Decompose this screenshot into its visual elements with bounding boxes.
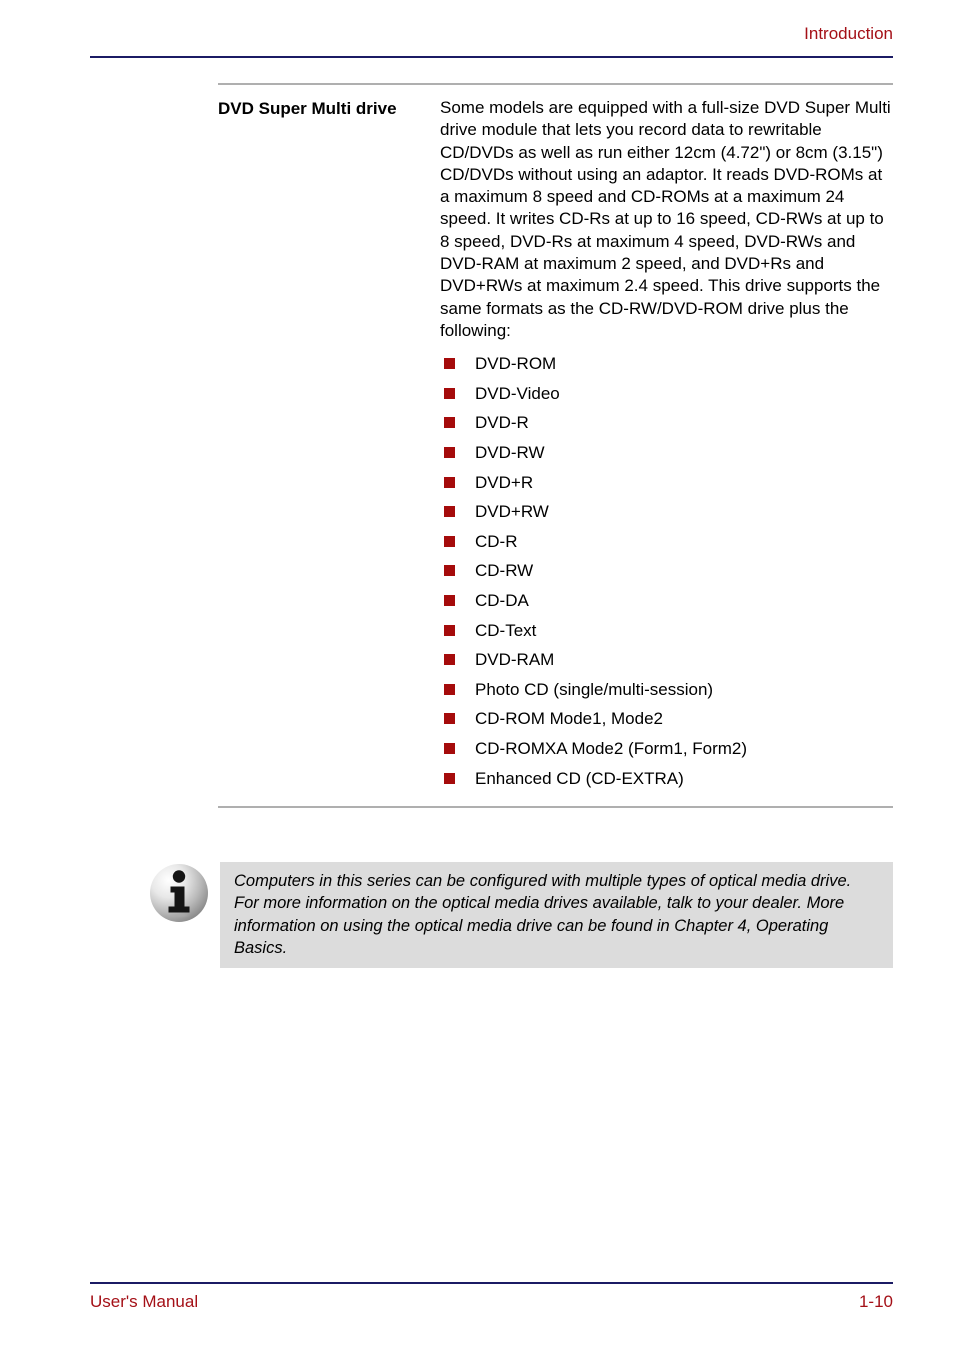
square-bullet-icon <box>444 772 455 784</box>
spec-table: DVD Super Multi drive Some models are eq… <box>218 83 893 809</box>
list-item: CD-ROMXA Mode2 (Form1, Form2) <box>440 734 893 764</box>
list-item: DVD-ROM <box>440 349 893 379</box>
list-item-label: Photo CD (single/multi-session) <box>475 679 714 699</box>
list-item: CD-Text <box>440 616 893 646</box>
list-item: DVD-RW <box>440 438 893 468</box>
spec-row-dvd-super-multi-drive: DVD Super Multi drive Some models are eq… <box>218 85 893 793</box>
spec-description: Some models are equipped with a full-siz… <box>440 97 893 793</box>
square-bullet-icon <box>444 387 455 399</box>
list-item-label: CD-ROM Mode1, Mode2 <box>475 709 664 729</box>
list-item: CD-DA <box>440 586 893 616</box>
list-item-label: CD-DA <box>475 591 529 611</box>
note-box: Computers in this series can be configur… <box>220 862 893 968</box>
list-item-label: CD-Text <box>475 620 537 640</box>
document-page: Introduction DVD Super Multi drive Some … <box>0 0 954 1349</box>
spec-description-paragraph: Some models are equipped with a full-siz… <box>440 98 891 340</box>
list-item: DVD-RAM <box>440 645 893 675</box>
square-bullet-icon <box>444 417 455 429</box>
list-item-label: CD-ROMXA Mode2 (Form1, Form2) <box>475 738 748 758</box>
spec-bottom-divider <box>218 806 893 809</box>
square-bullet-icon <box>444 624 455 636</box>
square-bullet-icon <box>444 565 455 577</box>
list-item-label: CD-RW <box>475 561 534 581</box>
page-header: Introduction <box>90 24 893 60</box>
page-number: 1-10 <box>858 1292 893 1311</box>
square-bullet-icon <box>444 595 455 607</box>
list-item-label: DVD+R <box>475 472 534 492</box>
square-bullet-icon <box>444 654 455 666</box>
list-item: DVD+R <box>440 468 893 498</box>
list-item: CD-ROM Mode1, Mode2 <box>440 704 893 734</box>
square-bullet-icon <box>444 447 455 459</box>
supported-formats-list: DVD-ROM DVD-Video DVD-R DVD-RW DVD+R DVD… <box>440 349 893 793</box>
list-item-label: Enhanced CD (CD-EXTRA) <box>475 768 684 788</box>
list-item: Enhanced CD (CD-EXTRA) <box>440 764 893 794</box>
square-bullet-icon <box>444 713 455 725</box>
list-item-label: DVD-R <box>475 413 529 433</box>
square-bullet-icon <box>444 358 455 370</box>
list-item: DVD-R <box>440 408 893 438</box>
list-item: Photo CD (single/multi-session) <box>440 675 893 705</box>
list-item-label: DVD-RAM <box>475 650 555 670</box>
square-bullet-icon <box>444 742 455 754</box>
spec-term-label: DVD Super Multi drive <box>218 99 397 118</box>
page-footer: User's Manual 1-10 <box>90 1282 893 1322</box>
footer-divider <box>90 1282 893 1284</box>
list-item: CD-RW <box>440 556 893 586</box>
list-item: CD-R <box>440 527 893 557</box>
list-item-label: CD-R <box>475 531 518 551</box>
square-bullet-icon <box>444 476 455 488</box>
square-bullet-icon <box>444 506 455 518</box>
info-icon <box>148 862 210 924</box>
header-divider <box>90 56 893 58</box>
list-item-label: DVD+RW <box>475 502 549 522</box>
note-callout: Computers in this series can be configur… <box>140 862 893 968</box>
square-bullet-icon <box>444 683 455 695</box>
list-item-label: DVD-ROM <box>475 354 557 374</box>
header-chapter-title: Introduction <box>804 24 893 43</box>
list-item-label: DVD-RW <box>475 443 545 463</box>
list-item: DVD-Video <box>440 379 893 409</box>
list-item-label: DVD-Video <box>475 383 560 403</box>
footer-manual-title: User's Manual <box>90 1292 199 1311</box>
square-bullet-icon <box>444 535 455 547</box>
note-text: Computers in this series can be configur… <box>234 872 852 957</box>
list-item: DVD+RW <box>440 497 893 527</box>
